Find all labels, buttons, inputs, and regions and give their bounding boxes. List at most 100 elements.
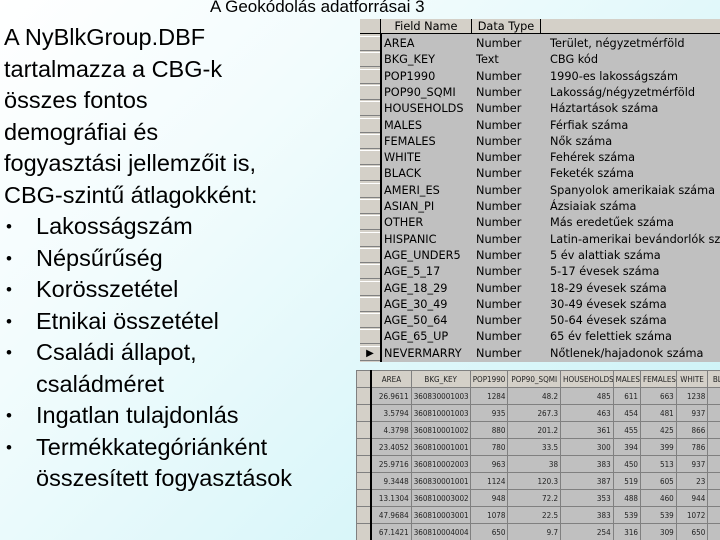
row-selector[interactable] [356,404,373,422]
row-selector[interactable] [360,247,380,263]
table-cell[interactable]: 26.9611 [370,387,412,405]
table-cell[interactable]: 48.2 [507,387,562,405]
description-cell[interactable]: Háztartások száma [550,101,658,117]
table-cell[interactable]: 9.7 [507,523,562,540]
table-cell[interactable]: 937 [675,455,709,473]
field-row[interactable]: AGE_18_29 Number 18-29 évesek száma [360,280,720,297]
data-type-cell[interactable]: Number [476,118,521,134]
field-row[interactable]: HISPANIC Number Latin-amerikai bevándorlók… [360,231,720,248]
table-cell[interactable]: 360810001001 [410,438,471,456]
table-cell[interactable]: 13.1304 [370,489,412,507]
field-name-cell[interactable]: AGE_18_29 [384,281,447,297]
data-type-cell[interactable]: Number [476,329,521,345]
table-cell[interactable]: 425 [639,421,677,439]
field-name-cell[interactable]: POP90_SQMI [384,85,456,101]
table-row[interactable]: 47.9684 360810003001 1078 22.5 383 539 539 1072… [356,506,720,524]
table-cell[interactable]: 267.3 [507,404,562,422]
description-cell[interactable]: Spanyolok amerikaiak száma [550,183,715,199]
table-cell[interactable]: 316 [612,523,641,540]
row-selector[interactable] [360,36,380,51]
table-cell[interactable]: 650 [469,523,509,540]
description-cell[interactable]: 50-64 évesek száma [550,313,667,329]
row-selector[interactable] [360,215,380,231]
table-cell[interactable]: 309 [639,523,677,540]
row-selector[interactable] [360,280,380,296]
field-name-cell[interactable]: BKG_KEY [384,52,435,68]
table-cell[interactable]: 454 [612,404,641,422]
field-name-cell[interactable]: AGE_30_49 [384,297,447,313]
table-cell[interactable]: 948 [469,489,509,507]
description-cell[interactable]: 65 év felettiek száma [550,329,672,345]
data-type-cell[interactable]: Number [476,281,521,297]
data-type-cell[interactable]: Number [476,134,521,150]
data-type-cell[interactable]: Text [476,52,499,68]
table-cell[interactable]: 383 [560,506,614,524]
description-cell[interactable]: Más eredetűek száma [550,215,674,231]
table-cell[interactable]: 360810001002 [410,421,471,439]
table-row[interactable]: 3.5794360810001003935267.34634544819370 [356,404,720,422]
row-selector[interactable] [360,133,380,149]
row-selector[interactable] [360,117,380,133]
table-cell[interactable]: 72.2 [507,489,562,507]
table-cell[interactable]: 539 [612,506,641,524]
table-cell[interactable]: 353 [560,489,614,507]
data-type-cell[interactable]: Number [476,199,521,215]
description-cell[interactable]: Latin-amerikai bevándorlók száma [550,232,720,248]
row-selector[interactable] [360,166,380,182]
field-name-cell[interactable]: AGE_50_64 [384,313,447,329]
row-selector[interactable] [360,231,380,247]
column-header[interactable]: MALES [612,370,641,388]
field-row[interactable]: OTHER Number Más eredetűek száma [360,215,720,231]
description-cell[interactable]: Terület, négyzetmérföld [550,36,685,52]
description-cell[interactable]: 5-17 évesek száma [550,264,659,280]
row-selector[interactable] [360,84,380,100]
table-cell[interactable]: 38 [507,455,562,473]
data-type-cell[interactable]: Number [476,36,521,52]
table-row[interactable]: 9.34483608300010011124120.3387519605233 [356,472,720,490]
field-name-cell[interactable]: HOUSEHOLDS [384,101,464,117]
table-cell[interactable]: 880 [469,421,509,439]
field-name-cell[interactable]: OTHER [384,215,423,231]
data-type-cell[interactable]: Number [476,313,521,329]
row-selector[interactable] [360,296,380,312]
row-selector[interactable] [360,68,380,84]
row-selector[interactable] [360,199,380,214]
description-cell[interactable]: 30-49 évesek száma [550,297,667,313]
description-cell[interactable]: 18-29 évesek száma [550,281,667,297]
table-cell[interactable]: 488 [612,489,641,507]
table-cell[interactable]: 481 [639,404,677,422]
field-row[interactable]: HOUSEHOLDS Number Háztartások száma [360,101,720,117]
table-cell[interactable]: 22.5 [507,506,562,524]
table-cell[interactable]: 360810002003 [410,455,471,473]
table-cell[interactable]: 463 [560,404,614,422]
table-cell[interactable]: 0 [707,438,720,456]
table-cell[interactable]: 0 [707,387,720,405]
table-cell[interactable]: 3.5794 [370,404,412,422]
column-header[interactable]: POP90_SQMI [507,370,562,388]
column-header[interactable]: BKG_KEY [410,370,471,388]
table-cell[interactable]: 47.9684 [370,506,412,524]
table-cell[interactable]: 9.3448 [370,472,412,490]
table-cell[interactable]: 360810004004 [410,523,471,540]
row-selector[interactable] [356,387,373,405]
data-type-cell[interactable]: Number [476,69,521,85]
row-selector[interactable] [360,329,380,345]
field-row[interactable]: ▶ NEVERMARRY Number Nőtlenek/hajadonok szám… [360,345,720,362]
row-selector[interactable] [360,150,380,166]
field-row[interactable]: ASIAN_PI Number Ázsiaiak száma [360,199,720,215]
field-row[interactable]: FEMALES Number Nők száma [360,133,720,150]
table-cell[interactable]: 383 [560,455,614,473]
current-row-indicator-icon[interactable]: ▶ [360,345,380,361]
row-selector[interactable] [356,438,373,456]
description-cell[interactable]: CBG kód [550,52,598,68]
table-cell[interactable]: 513 [639,455,677,473]
table-row[interactable]: 4.3798360810001002880201.23614554258662 [356,421,720,439]
row-selector[interactable] [356,489,373,507]
table-cell[interactable]: 1078 [469,506,509,524]
field-row[interactable]: AGE_UNDER5 Number 5 év alattiak száma [360,247,720,264]
table-cell[interactable]: 201.2 [507,421,562,439]
field-name-cell[interactable]: AMERI_ES [384,183,440,199]
table-cell[interactable]: 650 [675,523,709,540]
field-row[interactable]: POP90_SQMI Number Lakosság/négyzetmérföld [360,84,720,101]
table-cell[interactable]: 23 [675,472,709,490]
